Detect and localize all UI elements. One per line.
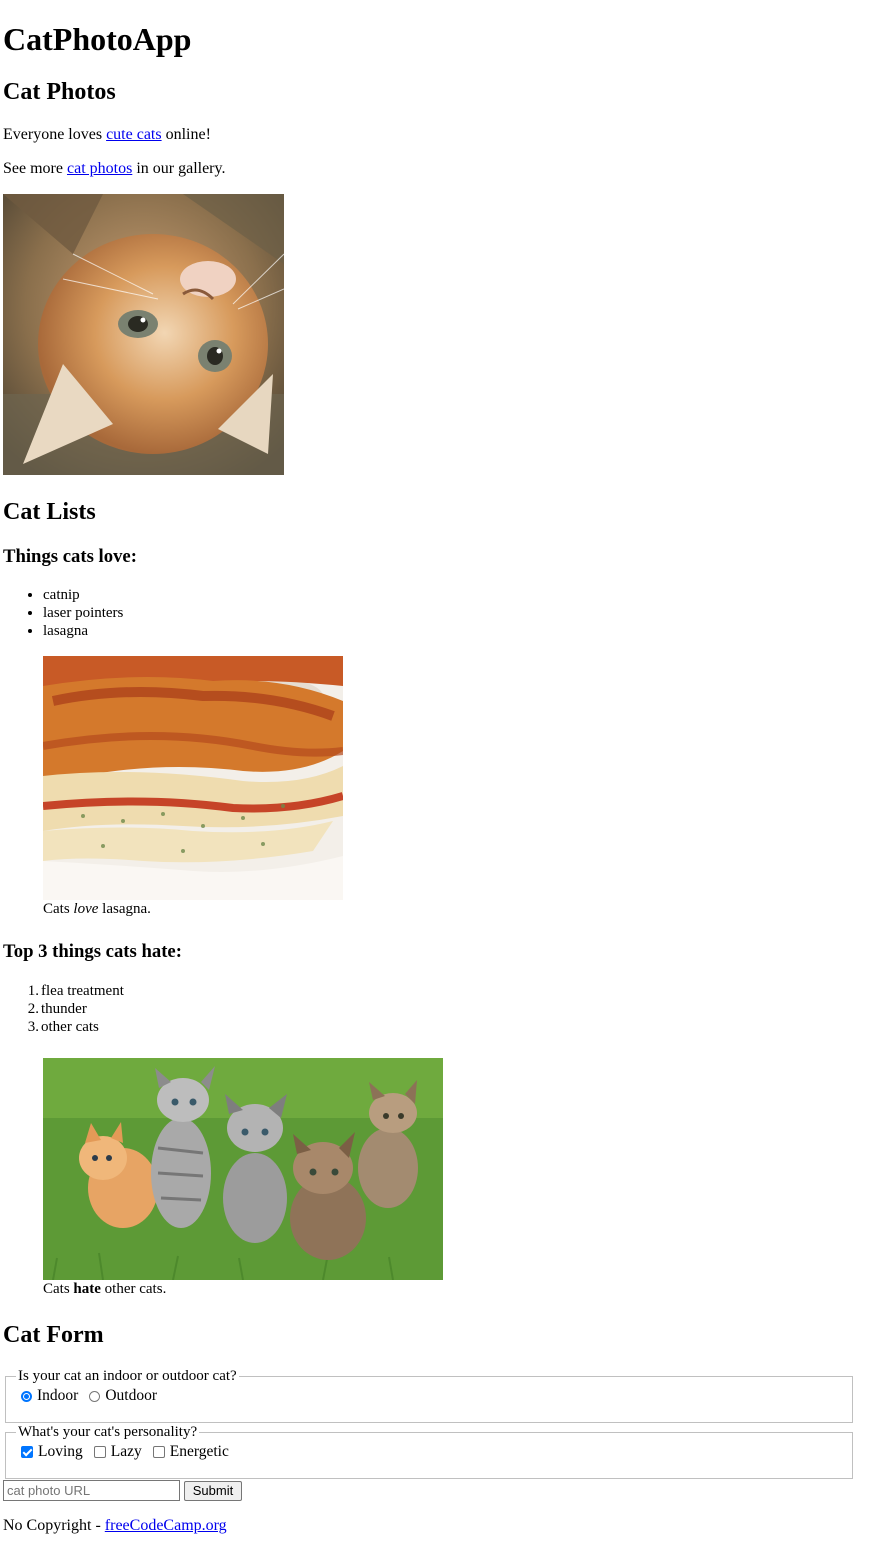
loving-label: Loving [38, 1443, 83, 1460]
indoor-label: Indoor [37, 1387, 79, 1404]
indoor-radio-option[interactable]: Indoor [18, 1387, 78, 1405]
energetic-label: Energetic [169, 1443, 229, 1460]
intro-paragraph: Everyone loves cute cats online! [3, 126, 211, 144]
love-list-heading: Things cats love: [3, 546, 137, 567]
lazy-label: Lazy [110, 1443, 142, 1460]
list-item: 3. other cats [3, 1018, 124, 1036]
intro-text: Everyone loves [3, 126, 107, 143]
list-item: 2. thunder [3, 1000, 124, 1018]
page-title: CatPhotoApp [3, 21, 192, 57]
section-heading-photos: Cat Photos [3, 79, 116, 105]
caption-emphasis: love [73, 901, 99, 917]
section-heading-lists: Cat Lists [3, 499, 96, 525]
list-item: laser pointers [43, 604, 123, 622]
intro-text-end: online! [161, 126, 211, 143]
location-fieldset: Is your cat an indoor or outdoor cat? In… [5, 1368, 853, 1423]
hate-list: 1. flea treatment 2. thunder 3. other ca… [3, 982, 124, 1036]
lasagna-caption: Cats love lasagna. [43, 900, 343, 918]
love-list: catnip laser pointers lasagna [3, 586, 123, 640]
outdoor-radio-option[interactable]: Outdoor [86, 1387, 157, 1405]
cat-photos-link[interactable]: cat photos [67, 160, 132, 177]
list-number: 3. [27, 1019, 39, 1035]
loving-checkbox-option[interactable]: Loving [18, 1443, 83, 1461]
submit-button[interactable]: Submit [184, 1481, 242, 1501]
gallery-text-end: in our gallery. [132, 160, 226, 177]
cats-caption: Cats hate other cats. [43, 1280, 443, 1298]
location-legend: Is your cat an indoor or outdoor cat? [18, 1368, 237, 1384]
list-item-label: thunder [41, 1001, 87, 1017]
lazy-checkbox-option[interactable]: Lazy [91, 1443, 142, 1461]
location-options: Indoor Outdoor [18, 1387, 840, 1407]
indoor-radio[interactable] [21, 1390, 32, 1402]
freecodecamp-link[interactable]: freeCodeCamp.org [105, 1517, 227, 1534]
kitten-photo-icon [3, 194, 284, 475]
list-item-label: flea treatment [41, 983, 124, 999]
caption-text: Cats [43, 901, 74, 917]
caption-text-end: lasagna. [98, 901, 151, 917]
list-number: 2. [27, 1001, 39, 1017]
footer-text: No Copyright - [3, 1517, 105, 1534]
list-item: 1. flea treatment [3, 982, 124, 1000]
caption-strong: hate [73, 1281, 101, 1297]
outdoor-label: Outdoor [105, 1387, 157, 1404]
footer: No Copyright - freeCodeCamp.org [3, 1517, 227, 1535]
personality-fieldset: What's your cat's personality? Loving La… [5, 1424, 853, 1479]
lazy-checkbox[interactable] [93, 1446, 106, 1458]
cat-photo-url-input[interactable]: cat photo URL [3, 1480, 180, 1501]
gallery-paragraph: See more cat photos in our gallery. [3, 160, 225, 178]
section-heading-form: Cat Form [3, 1322, 104, 1348]
list-number: 1. [27, 983, 39, 999]
kittens-photo-icon [43, 1058, 443, 1280]
kitten-photo-link[interactable] [3, 194, 284, 475]
cute-cats-link[interactable]: cute cats [106, 126, 162, 143]
hate-list-heading: Top 3 things cats hate: [3, 941, 182, 962]
lasagna-figure: Cats love lasagna. [43, 656, 343, 918]
cats-image [43, 1058, 443, 1280]
personality-legend: What's your cat's personality? [18, 1424, 198, 1440]
caption-text: Cats [43, 1281, 74, 1297]
lasagna-image [43, 656, 343, 900]
gallery-text: See more [3, 160, 67, 177]
energetic-checkbox-option[interactable]: Energetic [150, 1443, 229, 1461]
loving-checkbox[interactable] [21, 1446, 33, 1458]
caption-text-end: other cats. [100, 1281, 167, 1297]
outdoor-radio[interactable] [89, 1390, 101, 1402]
cats-figure: Cats hate other cats. [43, 1058, 443, 1298]
list-item: catnip [43, 586, 123, 604]
list-item-label: other cats [41, 1019, 99, 1035]
personality-options: Loving Lazy Energetic [18, 1443, 840, 1463]
list-item: lasagna [43, 622, 123, 640]
energetic-checkbox[interactable] [152, 1446, 165, 1458]
lasagna-photo-icon [43, 656, 343, 900]
